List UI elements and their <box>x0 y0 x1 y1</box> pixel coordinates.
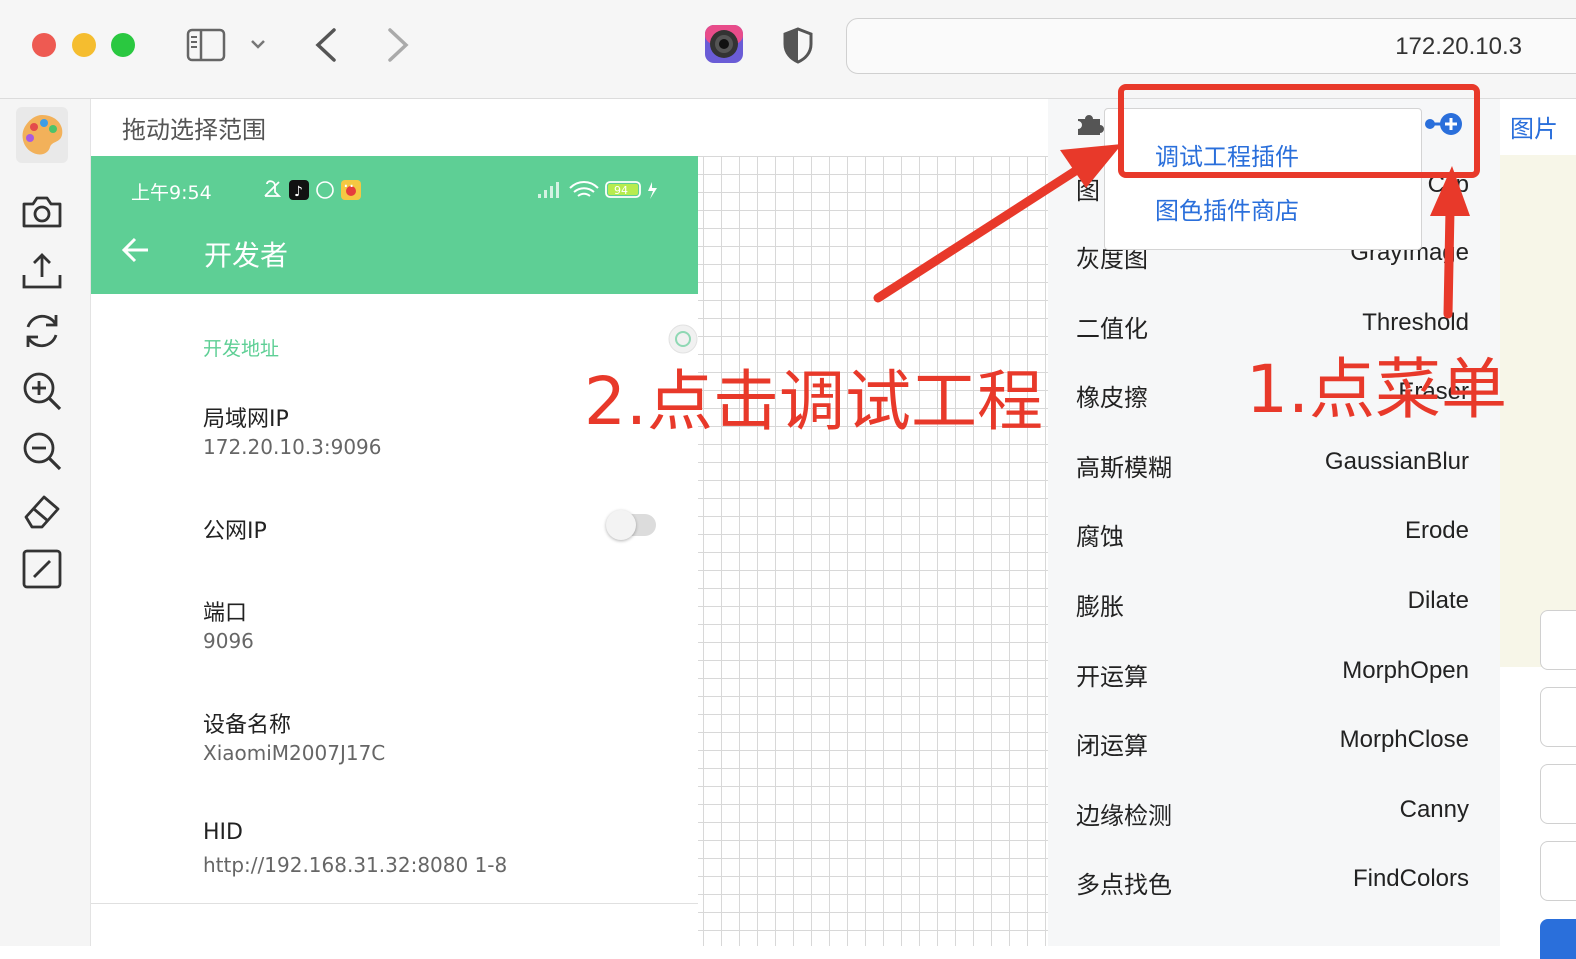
svg-text:94: 94 <box>614 184 628 197</box>
menu-row[interactable]: 高斯模糊 GaussianBlur <box>1076 448 1469 488</box>
status-time: 上午9:54 <box>131 182 212 204</box>
menu-cn: 多点找色 <box>1076 871 1172 899</box>
menu-en: MorphClose <box>1339 726 1469 753</box>
chevron-down-icon[interactable] <box>248 36 268 52</box>
zoom-out-icon[interactable] <box>20 429 64 473</box>
menu-cn: 图 <box>1076 177 1100 205</box>
section-title: 开发地址 <box>203 338 280 360</box>
color-plugin-store-item[interactable]: 图色插件商店 <box>1155 191 1299 226</box>
menu-en: GaussianBlur <box>1324 448 1469 475</box>
menu-row[interactable]: 边缘检测 Canny <box>1076 796 1469 836</box>
menu-en: FindColors <box>1352 865 1469 892</box>
side-button[interactable] <box>1540 841 1576 901</box>
address-bar[interactable]: 172.20.10.3 <box>846 18 1576 74</box>
side-button[interactable] <box>1540 687 1576 747</box>
row-value-port: 9096 <box>203 629 254 653</box>
menu-row[interactable]: 腐蚀 Erode <box>1076 517 1469 557</box>
phone-header: 上午9:54 ♪ ·· 94 开发者 <box>91 156 698 294</box>
close-window-button[interactable] <box>32 33 56 57</box>
status-signal-battery: 94 <box>538 181 657 199</box>
annotation-step2: 2.点击调试工程 <box>584 363 1043 440</box>
hint-text: 拖动选择范围 <box>122 116 266 144</box>
menu-en: Erode <box>1404 517 1469 544</box>
menu-en: Canny <box>1399 796 1469 823</box>
camera-icon[interactable] <box>20 190 64 234</box>
toggle-knob <box>606 510 636 540</box>
side-button[interactable] <box>1540 610 1576 670</box>
menu-en: Dilate <box>1407 587 1469 614</box>
side-button[interactable] <box>1540 764 1576 824</box>
sidebar-toggle-icon[interactable] <box>186 28 226 62</box>
menu-row[interactable]: 闭运算 MorphClose <box>1076 726 1469 766</box>
shield-icon[interactable] <box>782 26 814 64</box>
forward-icon[interactable] <box>384 26 412 64</box>
back-arrow-icon[interactable] <box>121 236 151 264</box>
row-value-lan-ip: 172.20.10.3:9096 <box>203 435 382 459</box>
eraser-icon[interactable] <box>20 489 64 533</box>
minimize-window-button[interactable] <box>72 33 96 57</box>
menu-cn: 闭运算 <box>1076 732 1148 760</box>
menu-cn: 开运算 <box>1076 663 1148 691</box>
row-label-device-name: 设备名称 <box>203 713 292 738</box>
row-label-public-ip: 公网IP <box>203 519 267 544</box>
zoom-in-icon[interactable] <box>20 369 64 413</box>
row-value-device-name: XiaomiM2007J17C <box>203 741 386 765</box>
menu-cn: 高斯模糊 <box>1076 454 1172 482</box>
image-tab[interactable]: 图片 <box>1510 109 1558 144</box>
refresh-icon[interactable] <box>20 309 64 353</box>
menu-cn: 膨胀 <box>1076 593 1124 621</box>
row-label-hid: HID <box>203 820 243 845</box>
left-toolbar <box>0 99 91 946</box>
menu-cn: 橡皮擦 <box>1076 384 1148 412</box>
menu-row[interactable]: 多点找色 FindColors <box>1076 865 1469 905</box>
row-label-lan-ip: 局域网IP <box>203 407 289 432</box>
menu-row[interactable]: 膨胀 Dilate <box>1076 587 1469 627</box>
camera-extension-icon[interactable] <box>704 24 744 64</box>
crop-icon[interactable] <box>20 547 64 591</box>
menu-cn: 腐蚀 <box>1076 523 1124 551</box>
menu-cn: 二值化 <box>1076 315 1148 343</box>
divider <box>91 903 698 904</box>
puzzle-icon[interactable] <box>1076 111 1104 137</box>
row-label-port: 端口 <box>203 601 248 626</box>
svg-text:♪: ♪ <box>294 184 303 200</box>
highlight-box <box>1118 84 1480 178</box>
phone-screenshot[interactable]: 上午9:54 ♪ ·· 94 开发者 开发地址 局域网IP 172.20.10.… <box>91 156 698 946</box>
back-icon[interactable] <box>312 26 340 64</box>
menu-cn: 边缘检测 <box>1076 802 1172 830</box>
preview-area <box>1500 155 1576 667</box>
phone-title: 开发者 <box>204 239 289 272</box>
status-more: ·· <box>343 176 355 197</box>
upload-icon[interactable] <box>20 249 64 293</box>
maximize-window-button[interactable] <box>111 33 135 57</box>
palette-icon[interactable] <box>16 107 68 163</box>
row-value-hid: http://192.168.31.32:8080 1-8 <box>203 853 508 877</box>
address-text: 172.20.10.3 <box>1395 33 1522 60</box>
menu-en: MorphOpen <box>1342 657 1469 684</box>
primary-button[interactable] <box>1540 919 1576 959</box>
public-ip-toggle[interactable] <box>606 510 656 540</box>
annotation-step1: 1.点菜单 <box>1246 351 1507 428</box>
status-app-icons: ♪ <box>264 180 361 200</box>
menu-en: Threshold <box>1362 309 1469 336</box>
right-column: 图片 <box>1500 99 1576 959</box>
menu-row[interactable]: 开运算 MorphOpen <box>1076 657 1469 697</box>
